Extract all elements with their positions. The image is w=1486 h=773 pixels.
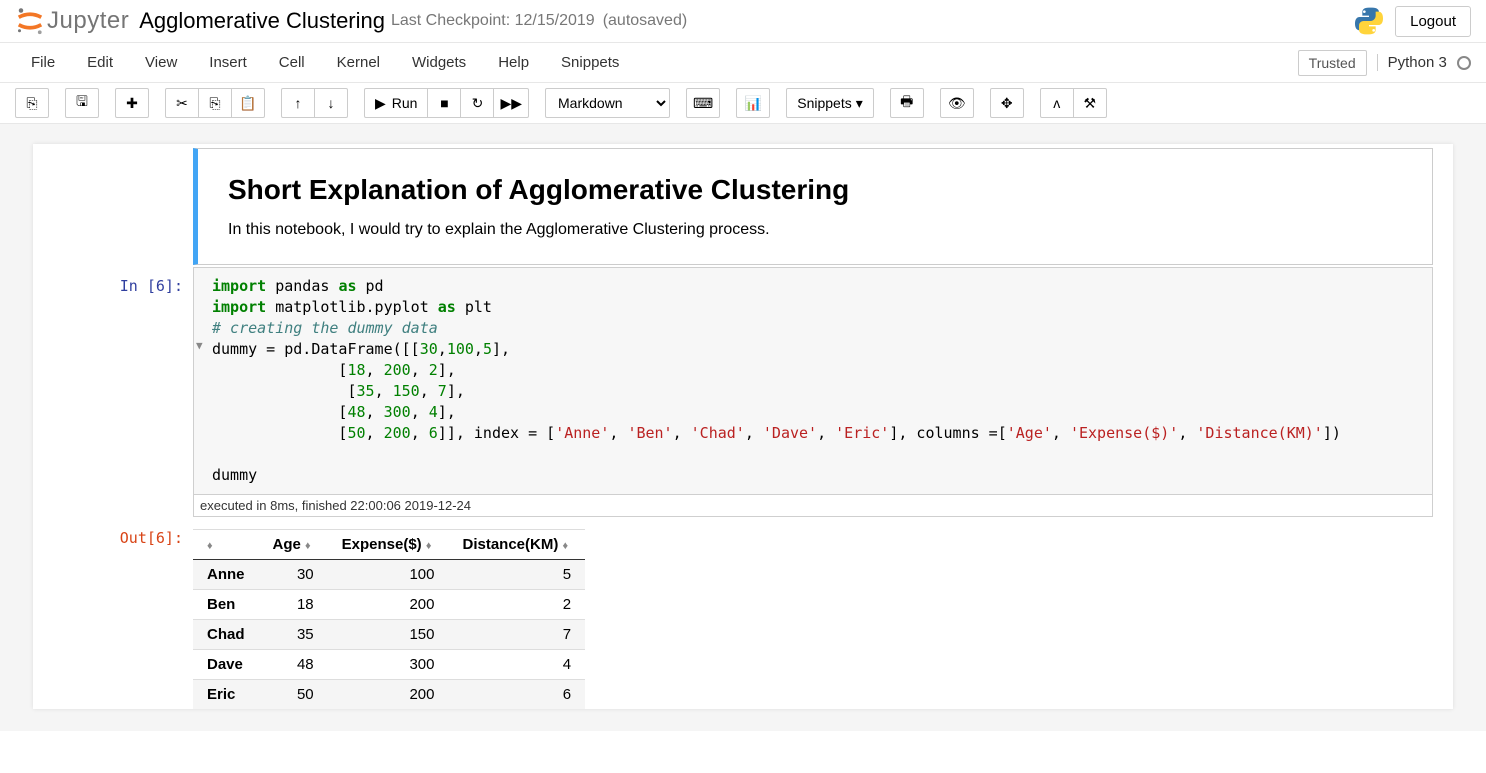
output-cell: Out[6]: ♦ Age ♦ Expense($) ♦ Distance(KM… xyxy=(53,519,1433,709)
col-header-distance[interactable]: Distance(KM) ♦ xyxy=(448,530,585,560)
save-button[interactable]: ⎘ xyxy=(15,88,49,118)
header: Jupyter Agglomerative Clustering Last Ch… xyxy=(0,0,1486,43)
menu-help[interactable]: Help xyxy=(482,46,545,79)
trusted-indicator[interactable]: Trusted xyxy=(1298,50,1367,76)
restart-run-all-button[interactable]: ▶▶ xyxy=(493,88,529,118)
menu-kernel[interactable]: Kernel xyxy=(321,46,396,79)
snippets-dropdown[interactable]: Snippets ▾ xyxy=(786,88,874,118)
markdown-cell[interactable]: Short Explanation of Agglomerative Clust… xyxy=(53,144,1433,265)
arrow-down-icon: ↓ xyxy=(328,95,335,111)
markdown-paragraph: In this notebook, I would try to explain… xyxy=(228,221,1402,239)
sort-icon: ♦ xyxy=(426,540,432,552)
restart-button[interactable]: ↻ xyxy=(460,88,494,118)
sort-icon: ♦ xyxy=(563,540,569,552)
menubar: File Edit View Insert Cell Kernel Widget… xyxy=(0,43,1486,83)
table-row: Dave 48 300 4 xyxy=(193,650,585,680)
save-icon: ⎘ xyxy=(26,95,37,112)
run-button[interactable]: ▶ Run xyxy=(364,88,428,118)
jupyter-logo[interactable]: Jupyter xyxy=(15,6,129,36)
kernel-status-icon xyxy=(1457,56,1471,70)
plus-icon: ✚ xyxy=(126,95,138,112)
index-header[interactable]: ♦ xyxy=(193,530,259,560)
eye-icon: 👁 xyxy=(948,95,966,112)
menu-snippets[interactable]: Snippets xyxy=(545,46,635,79)
collapse-button[interactable]: ʌ xyxy=(1040,88,1074,118)
chart-icon: 📊 xyxy=(745,95,762,112)
stop-icon: ■ xyxy=(440,95,448,111)
output-prompt: Out[6]: xyxy=(53,519,193,709)
checkpoint-info: Last Checkpoint: 12/15/2019 xyxy=(391,12,595,30)
sort-icon: ♦ xyxy=(305,540,311,552)
chart-button[interactable]: 📊 xyxy=(736,88,770,118)
run-label: Run xyxy=(392,95,418,111)
menu-edit[interactable]: Edit xyxy=(71,46,129,79)
copy-button[interactable]: ⎘ xyxy=(198,88,232,118)
menu-insert[interactable]: Insert xyxy=(193,46,263,79)
menu-cell[interactable]: Cell xyxy=(263,46,321,79)
fast-forward-icon: ▶▶ xyxy=(500,95,522,112)
cell-type-select[interactable]: Markdown xyxy=(545,88,670,118)
chevron-down-icon: ▾ xyxy=(856,95,863,112)
menu-widgets[interactable]: Widgets xyxy=(396,46,482,79)
restart-icon: ↻ xyxy=(472,95,484,112)
print-icon: 🖶 xyxy=(900,91,913,115)
code-input[interactable]: ▼import pandas as pd import matplotlib.p… xyxy=(193,267,1433,495)
chevron-up-icon: ʌ xyxy=(1053,95,1060,111)
markdown-content: Short Explanation of Agglomerative Clust… xyxy=(193,148,1433,265)
table-row: Anne 30 100 5 xyxy=(193,560,585,590)
fold-arrow-icon[interactable]: ▼ xyxy=(196,338,203,353)
copy-icon: ⎘ xyxy=(209,95,220,112)
keyboard-icon: ⌨ xyxy=(693,95,713,112)
presentation-button[interactable]: 👁 xyxy=(940,88,974,118)
notebook-body: Short Explanation of Agglomerative Clust… xyxy=(0,124,1486,731)
col-header-expense[interactable]: Expense($) ♦ xyxy=(328,530,449,560)
toolbar: ⎘ 🖫 ✚ ✂ ⎘ 📋 ↑ ↓ ▶ Run ■ ↻ ▶▶ Markdown ⌨ … xyxy=(0,83,1486,124)
move-button[interactable]: ✥ xyxy=(990,88,1024,118)
col-header-age[interactable]: Age ♦ xyxy=(259,530,328,560)
kernel-name[interactable]: Python 3 xyxy=(1377,54,1471,71)
hammer-icon: ⚒ xyxy=(1083,95,1096,112)
menu-file[interactable]: File xyxy=(15,46,71,79)
table-row: Ben 18 200 2 xyxy=(193,590,585,620)
dataframe-header-row: ♦ Age ♦ Expense($) ♦ Distance(KM) ♦ xyxy=(193,530,585,560)
interrupt-button[interactable]: ■ xyxy=(427,88,461,118)
paste-icon: 📋 xyxy=(239,95,256,112)
python-icon xyxy=(1353,5,1385,37)
move-icon: ✥ xyxy=(1001,95,1013,112)
insert-cell-button[interactable]: ✚ xyxy=(115,88,149,118)
code-cell[interactable]: In [6]: ▼import pandas as pd import matp… xyxy=(53,267,1433,517)
print-button[interactable]: 🖶 xyxy=(890,88,924,118)
paste-button[interactable]: 📋 xyxy=(231,88,265,118)
markdown-heading: Short Explanation of Agglomerative Clust… xyxy=(228,174,1402,206)
logo-text: Jupyter xyxy=(47,7,129,35)
arrow-up-icon: ↑ xyxy=(295,95,302,111)
cut-button[interactable]: ✂ xyxy=(165,88,199,118)
logout-button[interactable]: Logout xyxy=(1395,6,1471,37)
snippets-label: Snippets xyxy=(797,95,851,111)
dataframe-body: Anne 30 100 5 Ben 18 200 2 Chad xyxy=(193,560,585,710)
expand-button[interactable]: ⚒ xyxy=(1073,88,1107,118)
save-checkpoint-button[interactable]: 🖫 xyxy=(65,88,99,118)
sort-icon: ♦ xyxy=(207,540,213,552)
command-palette-button[interactable]: ⌨ xyxy=(686,88,720,118)
table-row: Eric 50 200 6 xyxy=(193,680,585,710)
menu-view[interactable]: View xyxy=(129,46,193,79)
cell-prompt-empty xyxy=(53,144,193,265)
floppy-icon: 🖫 xyxy=(76,91,88,115)
notebook-container: Short Explanation of Agglomerative Clust… xyxy=(33,144,1453,709)
input-prompt: In [6]: xyxy=(53,267,193,517)
jupyter-icon xyxy=(15,6,45,36)
autosave-status: (autosaved) xyxy=(603,12,688,30)
run-icon: ▶ xyxy=(375,95,386,112)
output-dataframe: ♦ Age ♦ Expense($) ♦ Distance(KM) ♦ Anne… xyxy=(193,529,585,709)
execution-info: executed in 8ms, finished 22:00:06 2019-… xyxy=(193,495,1433,517)
cut-icon: ✂ xyxy=(176,95,188,112)
table-row: Chad 35 150 7 xyxy=(193,620,585,650)
notebook-title[interactable]: Agglomerative Clustering xyxy=(139,8,385,34)
move-down-button[interactable]: ↓ xyxy=(314,88,348,118)
move-up-button[interactable]: ↑ xyxy=(281,88,315,118)
